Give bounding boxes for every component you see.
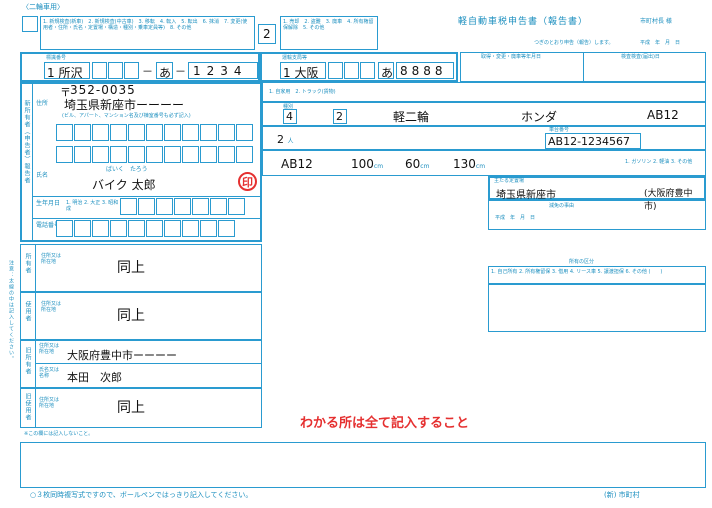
vehicle-type-field[interactable]: 4 — [283, 109, 297, 124]
new-plate-number[interactable]: 8888 — [396, 62, 454, 79]
seal-stamp: 印 — [238, 172, 257, 191]
instruction-text: わかる所は全て記入すること — [300, 416, 470, 431]
width-value[interactable]: 60cm — [405, 157, 429, 171]
old-plate-kana[interactable]: あ — [156, 62, 173, 80]
use-options: 1. 自家用 2. トラック(貨物) — [269, 89, 336, 95]
length-value[interactable]: 100cm — [351, 157, 383, 171]
new-plate-label: 運輸支局等 — [282, 55, 308, 61]
user-same-text: 同上 — [117, 308, 145, 324]
inspection-label: 検査検査(届出)日 — [621, 54, 660, 60]
owner-name[interactable]: バイク 太郎 — [92, 176, 156, 193]
owner-section: 所有者 住所又は所在地 同上 — [20, 244, 262, 292]
owner-furigana: ばいく たろう — [106, 166, 148, 173]
use-class-field[interactable]: 2 — [333, 109, 347, 124]
building-hint: (ビル、アパート、マンション名及び棟室番号も必ず記入) — [62, 113, 191, 119]
side-note: 注意：太線の中は記入してください。 — [8, 260, 14, 362]
owner-same-text: 同上 — [117, 260, 145, 276]
old-owner-section: 旧所有者 住所又は所在地 氏名又は名称 大阪府豊中市ーーーー 本田 次郎 — [20, 340, 262, 388]
old-plate-box: 標識番号 1 所沢 － あ － 1234 — [20, 52, 262, 82]
owner-address[interactable]: 埼玉県新座市ーーーー — [64, 96, 184, 113]
fuel-options: 1. ガソリン 2. 軽油 3. その他 — [625, 159, 693, 165]
storage-row: 主たる定置場 埼玉県新座市 (大阪府豊中市) — [488, 176, 706, 212]
addressee: 市町村長 様 — [640, 18, 672, 25]
footer-box — [20, 442, 706, 488]
footer-right: (新) 市町村 — [604, 491, 640, 499]
reason-code: 2 — [263, 27, 271, 41]
old-user-same-text: 同上 — [117, 400, 145, 416]
body-shape[interactable]: 軽二輪 — [393, 108, 429, 125]
storage-label: 主たる定置場 — [494, 178, 525, 184]
form-category: 〈二輪車用〉 — [22, 3, 64, 11]
vehicle-type-row: 種別 4 2 軽二輪 ホンダ AB12 — [262, 102, 706, 126]
old-user-section: 旧使用者 住所又は所在地 同上 — [20, 388, 262, 428]
use-row: 1. 自家用 2. トラック(貨物) — [262, 82, 706, 102]
address-grid-row-1[interactable] — [56, 124, 254, 141]
reason-code-box[interactable]: 2 — [258, 24, 276, 44]
new-plate-class-3[interactable] — [360, 62, 375, 79]
model-name[interactable]: AB12 — [647, 108, 679, 122]
date-label: 平成 年 月 日 — [640, 40, 681, 46]
phone-grid[interactable] — [56, 220, 236, 237]
reason-options-box: 1. 新規検査(新車) 2. 新規検査(中古車) 3. 移転 4. 転入 5. … — [40, 16, 255, 50]
engine-model[interactable]: AB12 — [281, 157, 313, 171]
birth-date-grid[interactable] — [120, 198, 246, 215]
old-plate-region[interactable]: 1 所沢 — [44, 62, 90, 80]
lessor-box — [488, 284, 706, 332]
new-plate-class-2[interactable] — [344, 62, 359, 79]
old-plate-number[interactable]: 1234 — [188, 62, 258, 79]
new-plate-class-1[interactable] — [328, 62, 343, 79]
capacity-row: 2 人 車台番号 AB12-1234567 — [262, 126, 706, 150]
reason-options2-box: 1. 売却 2. 盗難 3. 廃車 4. 所有権留保解除 5. その他 — [280, 16, 378, 50]
reason-code-box-small[interactable] — [22, 16, 38, 32]
dimensions-row: AB12 100cm 60cm 130cm 1. ガソリン 2. 軽油 3. そ… — [262, 150, 706, 176]
old-plate-label: 標識番号 — [46, 55, 67, 61]
no-entry-note: ※この欄には記入しないこと。 — [24, 431, 94, 437]
dates-box: 取得・変更・廃車等年月日 検査検査(届出)日 — [460, 52, 706, 82]
old-plate-class-1[interactable] — [92, 62, 107, 79]
reason-options: 1. 新規検査(新車) 2. 新規検査(中古車) 3. 移転 4. 転入 5. … — [43, 19, 248, 31]
user-section: 使用者 住所又は所在地 同上 — [20, 292, 262, 340]
new-plate-box: 運輸支局等 1 大阪 あ 8888 — [258, 52, 458, 82]
height-value[interactable]: 130cm — [453, 157, 485, 171]
new-plate-region[interactable]: 1 大阪 — [280, 62, 326, 80]
maker-name[interactable]: ホンダ — [521, 108, 557, 125]
capacity-value[interactable]: 2 人 — [277, 133, 294, 146]
date-note: つぎのとおり申告（報告）します。 — [534, 40, 614, 46]
old-owner-name[interactable]: 本田 次郎 — [67, 369, 122, 385]
ownership-row: 所有の区分 1. 自己所有 2. 所有権留保 3. 借用 4. リース車 5. … — [488, 259, 706, 284]
chassis-number-field[interactable]: AB12-1234567 — [545, 133, 641, 149]
old-plate-class-3[interactable] — [124, 62, 139, 79]
reason-options2: 1. 売却 2. 盗難 3. 廃車 4. 所有権留保解除 5. その他 — [283, 19, 374, 31]
owner-postal-code[interactable]: 352-0035 — [70, 83, 136, 97]
storage-location[interactable]: 埼玉県新座市 — [496, 186, 556, 201]
birth-label: 生年月日 — [36, 200, 61, 207]
address-grid-row-2[interactable] — [56, 146, 254, 163]
ownership-options: 1. 自己所有 2. 所有権留保 3. 借用 4. リース車 5. 譲渡担保 6… — [491, 269, 663, 275]
tax-form-page: 〈二輪車用〉 1. 新規検査(新車) 2. 新規検査(中古車) 3. 移転 4.… — [0, 0, 712, 508]
old-plate-class-2[interactable] — [108, 62, 123, 79]
new-plate-kana[interactable]: あ — [378, 62, 394, 80]
registration-date-label: 取得・変更・廃車等年月日 — [481, 54, 542, 60]
old-owner-address[interactable]: 大阪府豊中市ーーーー — [67, 347, 177, 363]
footer-left: ○３枚同時複写式ですので、ボールペンではっきり記入してください。 — [30, 491, 253, 499]
form-title: 軽自動車税申告書（報告書） — [458, 17, 589, 27]
exemption-row: 減免の事由 平成 年 月 日 — [488, 200, 706, 230]
